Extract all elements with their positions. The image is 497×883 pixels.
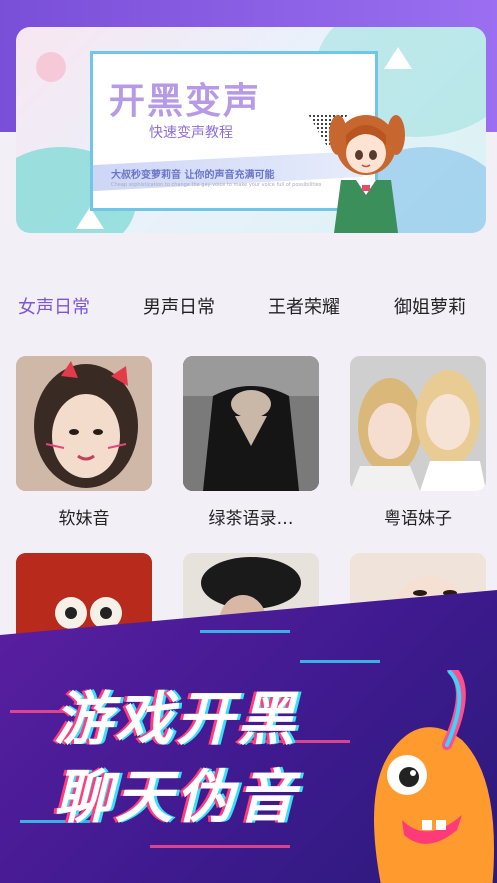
tab-female-daily[interactable]: 女声日常 <box>18 293 90 319</box>
banner-dot <box>36 52 66 82</box>
glitch-stripe <box>200 630 290 633</box>
card-label: 粤语妹子 <box>384 509 452 529</box>
glitch-stripe <box>300 660 380 663</box>
tab-male-daily[interactable]: 男声日常 <box>143 293 215 319</box>
banner-subtitle: 快速变声教程 <box>149 125 233 141</box>
promo-banner[interactable]: 游戏开黑 聊天伪音 <box>0 590 497 883</box>
orange-monster-mascot <box>374 670 494 883</box>
card-thumbnail <box>16 356 152 491</box>
banner-title: 开黑变声 <box>109 81 262 122</box>
tab-mature-loli[interactable]: 御姐萝莉 <box>394 293 466 319</box>
tab-honor-of-kings[interactable]: 王者荣耀 <box>268 293 340 319</box>
card-thumbnail <box>183 356 319 491</box>
glitch-stripe <box>150 845 290 848</box>
voice-card[interactable]: 软妹音 <box>16 356 152 529</box>
voice-card[interactable]: 粤语妹子 <box>350 356 486 529</box>
promo-title-line1: 游戏开黑 <box>54 685 299 753</box>
banner-voice-tutorial[interactable]: 开黑变声 快速变声教程 大叔秒变萝莉音 让你的声音充满可能 Cheap soph… <box>16 27 486 233</box>
voice-card[interactable]: 绿茶语录… <box>183 356 319 529</box>
card-thumbnail <box>350 356 486 491</box>
category-tabs: 女声日常 男声日常 王者荣耀 御姐萝莉 <box>0 285 497 325</box>
banner-slogan: 大叔秒变萝莉音 让你的声音充满可能 <box>111 170 275 181</box>
banner-slogan-english: Cheap sophistication to change the gay v… <box>111 182 322 188</box>
triangle-decoration <box>384 47 412 69</box>
card-label: 软妹音 <box>58 509 110 529</box>
promo-title-line2: 聊天伪音 <box>54 763 299 831</box>
anime-girl-illustration <box>329 115 405 233</box>
card-label: 绿茶语录… <box>208 509 294 529</box>
